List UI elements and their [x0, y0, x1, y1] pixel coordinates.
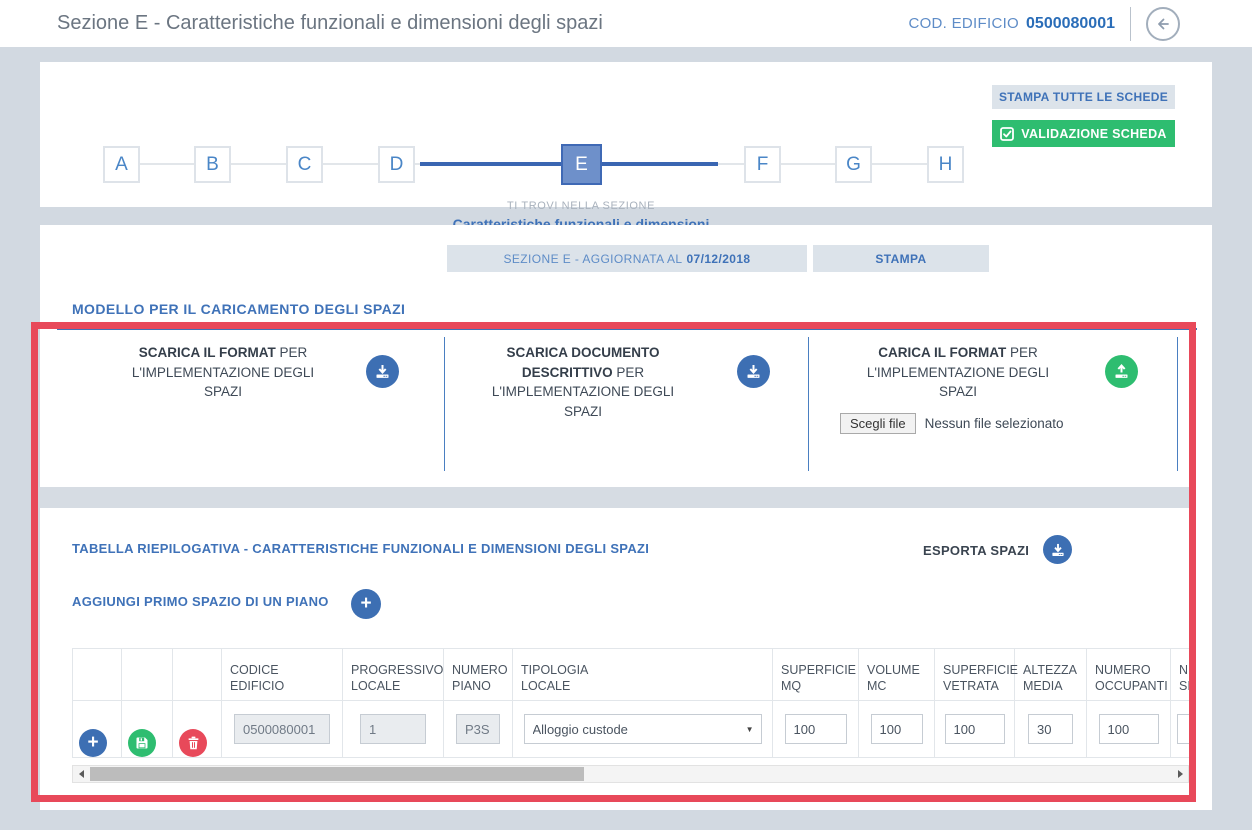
- page-title: Sezione E - Caratteristiche funzionali e…: [57, 0, 603, 47]
- col-truncated: N. SI: [1171, 649, 1190, 701]
- download-format-title: SCARICA IL FORMAT: [139, 345, 276, 360]
- col-codice-edificio: CODICE EDIFICIO: [222, 649, 343, 701]
- save-icon: [135, 736, 149, 750]
- back-arrow-icon: [1154, 15, 1172, 33]
- back-button[interactable]: [1146, 7, 1180, 41]
- col-numero-occupanti: NUMERO OCCUPANTI: [1087, 649, 1171, 701]
- row-save-button[interactable]: [128, 729, 156, 757]
- scroll-left-arrow[interactable]: [73, 766, 89, 782]
- col-progressivo-locale: PROGRESSIVO LOCALE: [343, 649, 444, 701]
- step-f[interactable]: F: [744, 146, 781, 183]
- column-divider: [1177, 337, 1178, 471]
- heading-underline: [57, 328, 1197, 330]
- col-actions-add: [73, 649, 122, 701]
- print-all-sheets-button[interactable]: STAMPA TUTTE LE SCHEDE: [992, 85, 1175, 109]
- download-icon: [746, 364, 761, 379]
- progressivo-locale-input[interactable]: [360, 714, 426, 744]
- download-format-button[interactable]: [366, 355, 399, 388]
- step-d[interactable]: D: [378, 146, 415, 183]
- col-actions-delete: [173, 649, 222, 701]
- numero-piano-input[interactable]: [456, 714, 500, 744]
- validate-sheet-button[interactable]: VALIDAZIONE SCHEDA: [992, 120, 1175, 147]
- right-triangle-icon: [1178, 770, 1183, 778]
- plus-icon: +: [87, 733, 98, 752]
- altezza-media-input[interactable]: [1028, 714, 1073, 744]
- spaces-table-wrapper: CODICE EDIFICIO PROGRESSIVO LOCALE NUMER…: [72, 648, 1189, 759]
- col-superficie-vetrata: SUPERFICIE VETRATA: [935, 649, 1015, 701]
- section-updated-date: 07/12/2018: [686, 252, 750, 266]
- col-volume-mc: VOLUME MC: [859, 649, 935, 701]
- upload-format-title: CARICA IL FORMAT: [878, 345, 1006, 360]
- model-section-heading: MODELLO PER IL CARICAMENTO DEGLI SPAZI: [72, 301, 405, 317]
- volume-mc-input[interactable]: [871, 714, 923, 744]
- download-doc-text: SCARICA DOCUMENTO DESCRITTIVO PER L'IMPL…: [483, 343, 683, 421]
- building-code-value: 0500080001: [1026, 15, 1115, 33]
- plus-icon: +: [360, 594, 371, 613]
- step-e-active[interactable]: E: [561, 144, 602, 185]
- export-spaces-label: ESPORTA SPAZI: [923, 543, 1029, 558]
- row-delete-button[interactable]: [179, 729, 207, 757]
- superficie-mq-input[interactable]: [785, 714, 847, 744]
- col-altezza-media: ALTEZZA MEDIA: [1015, 649, 1087, 701]
- file-upload-row: Scegli file Nessun file selezionato: [840, 413, 1063, 434]
- building-code-label: COD. EDIFICIO: [908, 15, 1019, 32]
- upload-format-text: CARICA IL FORMAT PER L'IMPLEMENTAZIONE D…: [858, 343, 1058, 402]
- column-divider: [444, 337, 445, 471]
- scrollbar-thumb[interactable]: [90, 767, 584, 781]
- choose-file-button[interactable]: Scegli file: [840, 413, 916, 434]
- add-first-space-button[interactable]: +: [351, 589, 381, 619]
- tipologia-locale-select-wrap: Alloggio custode ▼: [524, 714, 762, 744]
- check-square-icon: [1000, 127, 1014, 141]
- col-actions-save: [122, 649, 173, 701]
- download-icon: [1051, 543, 1065, 557]
- download-doc-button[interactable]: [737, 355, 770, 388]
- truncated-input[interactable]: [1177, 714, 1189, 744]
- numero-occupanti-input[interactable]: [1099, 714, 1159, 744]
- step-c[interactable]: C: [286, 146, 323, 183]
- top-header-bar: Sezione E - Caratteristiche funzionali e…: [0, 0, 1252, 47]
- spaces-table: CODICE EDIFICIO PROGRESSIVO LOCALE NUMER…: [72, 648, 1189, 758]
- scroll-right-arrow[interactable]: [1172, 766, 1188, 782]
- col-numero-piano: NUMERO PIANO: [444, 649, 513, 701]
- file-status-text: Nessun file selezionato: [925, 416, 1064, 431]
- col-tipologia-locale: TIPOLOGIA LOCALE: [513, 649, 773, 701]
- trash-icon: [187, 736, 200, 750]
- download-icon: [375, 364, 390, 379]
- horizontal-scrollbar[interactable]: [72, 765, 1189, 783]
- codice-edificio-input[interactable]: [234, 714, 330, 744]
- table-row: +: [73, 701, 1190, 758]
- page: Sezione E - Caratteristiche funzionali e…: [0, 0, 1252, 830]
- section-updated-bar: SEZIONE E - AGGIORNATA AL 07/12/2018: [447, 245, 807, 272]
- upload-format-button[interactable]: [1105, 355, 1138, 388]
- table-header-row: CODICE EDIFICIO PROGRESSIVO LOCALE NUMER…: [73, 649, 1190, 701]
- download-format-text: SCARICA IL FORMAT PER L'IMPLEMENTAZIONE …: [123, 343, 323, 402]
- validate-sheet-label: VALIDAZIONE SCHEDA: [1021, 127, 1166, 141]
- add-first-space-label: AGGIUNGI PRIMO SPAZIO DI UN PIANO: [72, 594, 329, 609]
- vertical-divider: [1130, 7, 1131, 41]
- row-add-button[interactable]: +: [79, 729, 107, 757]
- superficie-vetrata-input[interactable]: [945, 714, 1005, 744]
- column-divider: [808, 337, 809, 471]
- export-spaces-button[interactable]: [1043, 535, 1072, 564]
- left-triangle-icon: [79, 770, 84, 778]
- step-a[interactable]: A: [103, 146, 140, 183]
- col-superficie-mq: SUPERFICIE MQ: [773, 649, 859, 701]
- section-stepper-card: A B C D E F G H TI TROVI NELLA SEZIONE C…: [40, 62, 1212, 207]
- step-g[interactable]: G: [835, 146, 872, 183]
- section-updated-label: SEZIONE E - AGGIORNATA AL: [504, 252, 683, 266]
- section-separator-band: [40, 487, 1189, 508]
- step-h[interactable]: H: [927, 146, 964, 183]
- step-b[interactable]: B: [194, 146, 231, 183]
- main-content-panel: SEZIONE E - AGGIORNATA AL 07/12/2018 STA…: [40, 225, 1212, 810]
- upload-icon: [1114, 364, 1129, 379]
- summary-table-heading: TABELLA RIEPILOGATIVA - CARATTERISTICHE …: [72, 541, 649, 556]
- building-code-group: COD. EDIFICIO 0500080001: [908, 0, 1180, 47]
- print-button[interactable]: STAMPA: [813, 245, 989, 272]
- current-section-label: TI TROVI NELLA SEZIONE: [431, 200, 731, 212]
- tipologia-locale-select[interactable]: Alloggio custode: [524, 714, 762, 744]
